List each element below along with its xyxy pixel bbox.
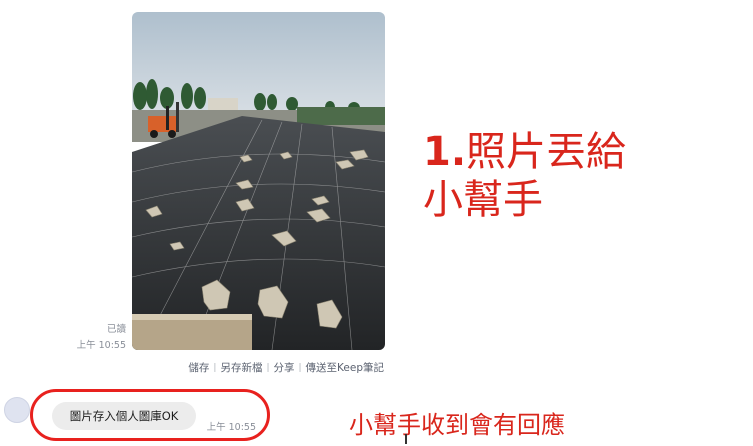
read-receipt: 已讀 bbox=[106, 324, 126, 335]
step-number: 1. bbox=[423, 129, 467, 175]
photo-message[interactable] bbox=[132, 12, 385, 350]
reply-annotation: 小幫手收到會有回應 bbox=[349, 411, 565, 439]
field-photo-image bbox=[132, 12, 385, 350]
step-annotation-line1: 1.照片丟給 bbox=[423, 128, 743, 176]
action-separator: | bbox=[266, 362, 270, 373]
action-separator: | bbox=[213, 362, 217, 373]
image-message-time: 上午 10:55 bbox=[76, 340, 126, 351]
share-action[interactable]: 分享 bbox=[274, 360, 295, 375]
save-as-action[interactable]: 另存新檔 bbox=[220, 360, 262, 375]
reply-message-time: 上午 10:55 bbox=[206, 422, 256, 433]
step-text-line1: 照片丟給 bbox=[466, 129, 627, 175]
reply-message-bubble[interactable]: 圖片存入個人圖庫OK bbox=[52, 402, 196, 430]
action-separator: | bbox=[298, 362, 302, 373]
image-actions-bar: 儲存 | 另存新檔 | 分享 | 傳送至Keep筆記 bbox=[150, 360, 384, 375]
step-annotation: 1.照片丟給 小幫手 bbox=[423, 128, 743, 224]
text-cursor bbox=[405, 434, 407, 444]
send-to-keep-action[interactable]: 傳送至Keep筆記 bbox=[306, 360, 384, 375]
save-action[interactable]: 儲存 bbox=[188, 360, 209, 375]
step-text-line2: 小幫手 bbox=[423, 177, 543, 223]
assistant-avatar[interactable] bbox=[4, 397, 30, 423]
